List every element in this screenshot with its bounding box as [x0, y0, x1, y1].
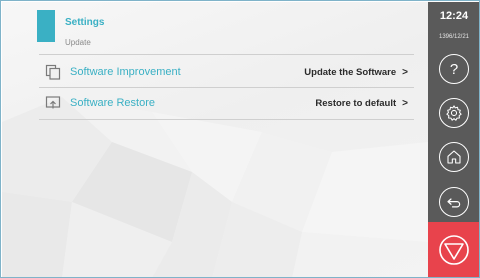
clock-time: 12:24 — [439, 10, 469, 22]
page-header: Settings Update — [2, 2, 428, 50]
back-button[interactable] — [439, 187, 469, 217]
copy-icon — [44, 63, 62, 81]
main-panel: Settings Update Software Improvement Upd… — [2, 2, 428, 277]
page-subtitle: Update — [65, 38, 91, 47]
home-button[interactable] — [439, 142, 469, 172]
gear-icon — [446, 105, 462, 121]
home-icon — [447, 150, 461, 164]
chevron-right-icon: > — [402, 66, 408, 78]
divider — [39, 54, 414, 55]
restore-icon — [44, 94, 62, 112]
restore-default-link[interactable]: Restore to default — [315, 98, 396, 109]
software-restore-row[interactable]: Software Restore Restore to default > — [39, 88, 414, 118]
settings-button[interactable] — [439, 98, 469, 128]
row-label: Software Restore — [70, 97, 155, 109]
help-button[interactable]: ? — [439, 54, 469, 84]
clock-date: 1396/12/21 — [438, 34, 470, 40]
accent-bar — [37, 10, 55, 42]
sidebar: 12:24 1396/12/21 ? — [428, 2, 479, 277]
page-title: Settings — [65, 17, 105, 28]
emergency-stop-button[interactable] — [428, 222, 479, 277]
update-software-link[interactable]: Update the Software — [304, 67, 396, 78]
app-window: Settings Update Software Improvement Upd… — [0, 0, 480, 278]
row-label: Software Improvement — [70, 66, 181, 78]
chevron-right-icon: > — [402, 97, 408, 109]
help-icon: ? — [449, 60, 459, 78]
back-arrow-icon — [447, 198, 461, 208]
stop-icon — [439, 235, 469, 265]
software-improvement-row[interactable]: Software Improvement Update the Software… — [39, 57, 414, 87]
divider — [39, 119, 414, 120]
